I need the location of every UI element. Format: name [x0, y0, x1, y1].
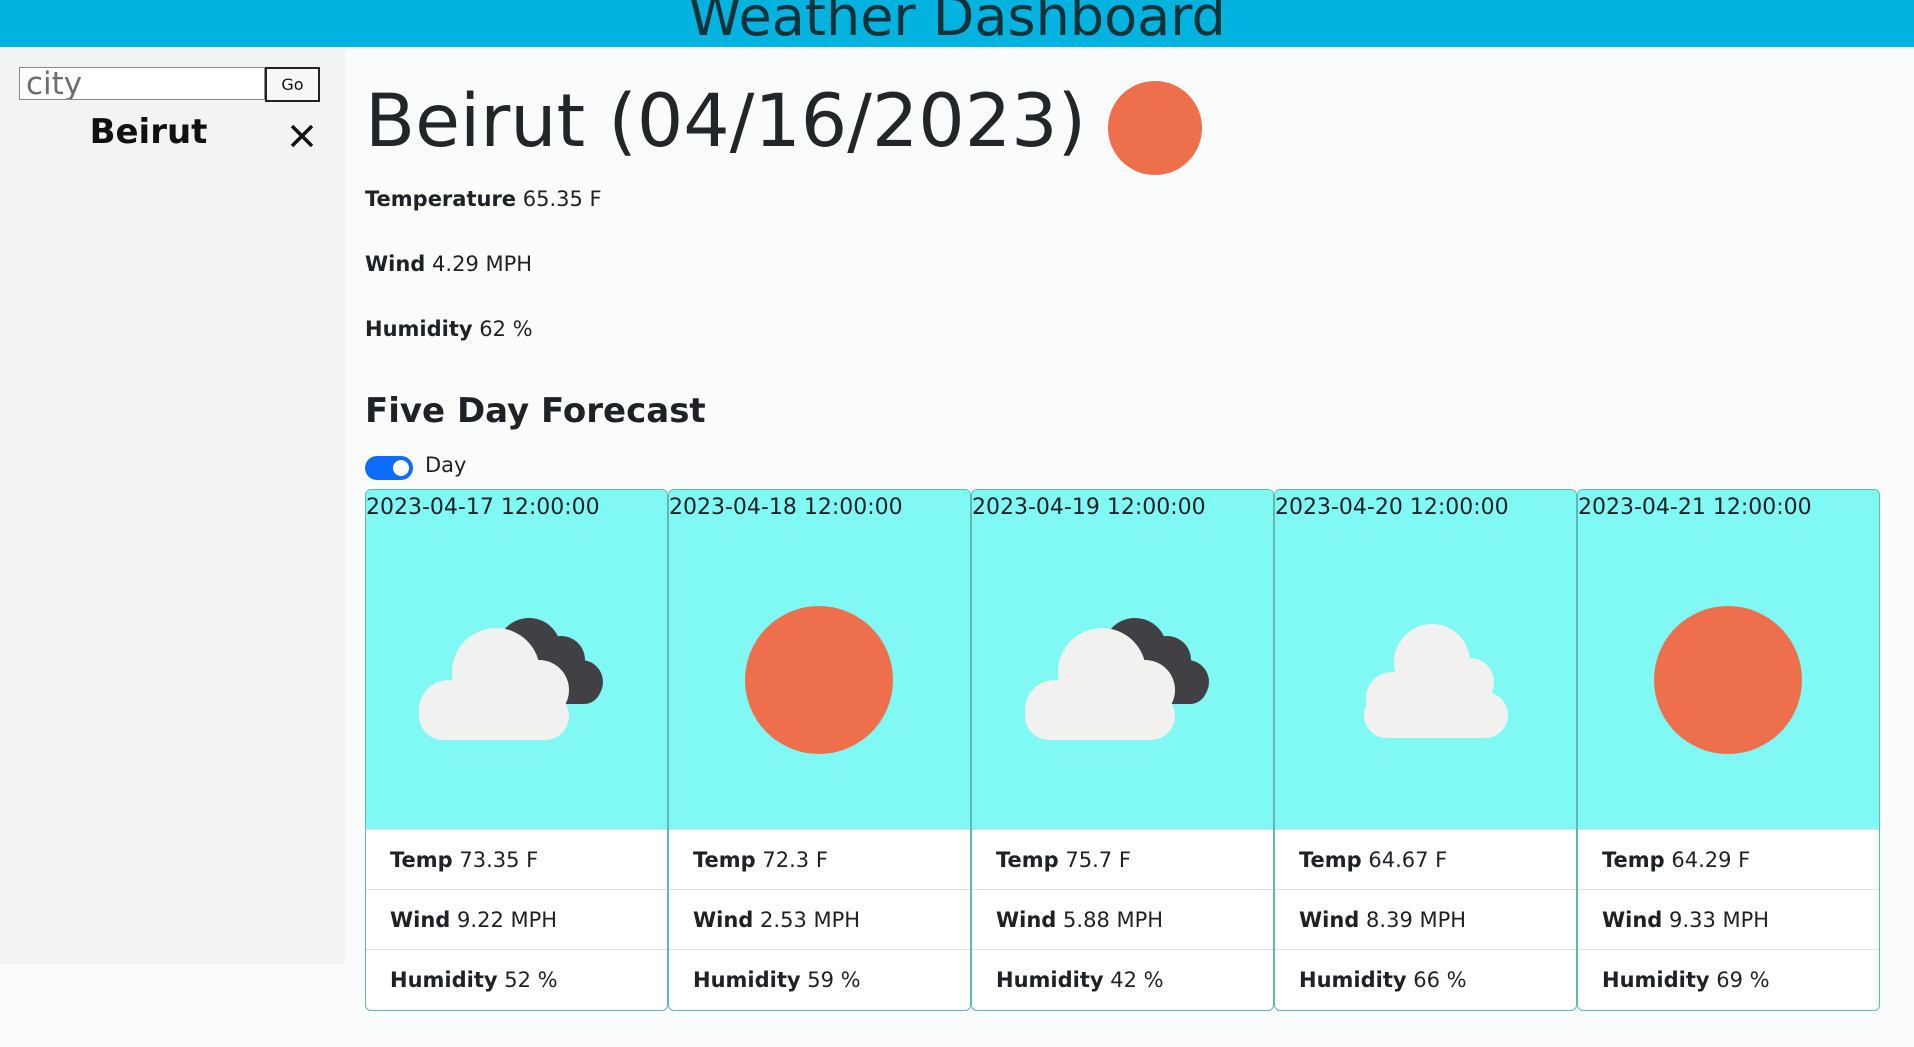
sidebar: Go Beirut: [0, 47, 345, 964]
humidity-label: Humidity: [996, 968, 1104, 992]
forecast-cards: 2023-04-17 12:00:00 Temp 73.35 F Wind 9.…: [365, 489, 1880, 1011]
wind-label: Wind: [1299, 908, 1360, 932]
sun-icon: [745, 606, 893, 754]
day-toggle[interactable]: [365, 456, 413, 480]
humidity-value: 59 %: [807, 968, 861, 992]
forecast-temp: Temp 73.35 F: [366, 829, 667, 889]
humidity-label: Humidity: [1602, 968, 1710, 992]
toggle-knob: [393, 460, 409, 476]
forecast-date: 2023-04-21 12:00:00: [1578, 495, 1812, 520]
forecast-title: Five Day Forecast: [365, 391, 706, 431]
card-header: 2023-04-21 12:00:00: [1578, 490, 1879, 829]
forecast-temp: Temp 64.29 F: [1578, 829, 1879, 889]
forecast-temp: Temp 75.7 F: [972, 829, 1273, 889]
forecast-humidity: Humidity 52 %: [366, 949, 667, 1009]
card-header: 2023-04-18 12:00:00: [669, 490, 970, 829]
humidity-label: Humidity: [1299, 968, 1407, 992]
city-search-input[interactable]: [19, 67, 265, 100]
cloudy-icon: [419, 618, 603, 740]
current-temperature: Temperature 65.35 F: [365, 187, 602, 211]
history-item-beirut[interactable]: Beirut: [0, 112, 297, 152]
forecast-card: 2023-04-21 12:00:00 Temp 64.29 F Wind 9.…: [1577, 489, 1880, 1011]
forecast-date: 2023-04-18 12:00:00: [669, 495, 903, 520]
forecast-card: 2023-04-18 12:00:00 Temp 72.3 F Wind 2.5…: [668, 489, 971, 1011]
temp-label: Temp: [996, 848, 1059, 872]
sun-icon: [1654, 606, 1802, 754]
close-icon[interactable]: [284, 118, 320, 154]
card-header: 2023-04-20 12:00:00: [1275, 490, 1576, 829]
cloudy-icon: [1025, 618, 1209, 740]
card-header: 2023-04-19 12:00:00: [972, 490, 1273, 829]
temp-value: 75.7 F: [1065, 848, 1131, 872]
forecast-wind: Wind 8.39 MPH: [1275, 889, 1576, 949]
forecast-temp: Temp 72.3 F: [669, 829, 970, 889]
go-button[interactable]: Go: [265, 67, 320, 102]
wind-label: Wind: [365, 252, 426, 276]
forecast-humidity: Humidity 69 %: [1578, 949, 1879, 1009]
cloud-icon: [1364, 624, 1508, 738]
current-wind: Wind 4.29 MPH: [365, 252, 532, 276]
humidity-value: 42 %: [1110, 968, 1164, 992]
wind-value: 8.39 MPH: [1366, 908, 1467, 932]
humidity-label: Humidity: [693, 968, 801, 992]
humidity-value: 69 %: [1716, 968, 1770, 992]
wind-value: 4.29 MPH: [432, 252, 533, 276]
humidity-value: 62 %: [479, 317, 533, 341]
temp-value: 72.3 F: [762, 848, 828, 872]
card-header: 2023-04-17 12:00:00: [366, 490, 667, 829]
current-city-title: Beirut (04/16/2023): [365, 79, 1087, 164]
wind-value: 2.53 MPH: [760, 908, 861, 932]
humidity-value: 52 %: [504, 968, 558, 992]
temperature-value: 65.35 F: [522, 187, 602, 211]
forecast-temp: Temp 64.67 F: [1275, 829, 1576, 889]
forecast-card: 2023-04-20 12:00:00 Temp 64.67 F Wind 8.…: [1274, 489, 1577, 1011]
forecast-wind: Wind 5.88 MPH: [972, 889, 1273, 949]
temperature-label: Temperature: [365, 187, 517, 211]
forecast-humidity: Humidity 42 %: [972, 949, 1273, 1009]
temp-label: Temp: [1602, 848, 1665, 872]
humidity-label: Humidity: [365, 317, 473, 341]
forecast-date: 2023-04-17 12:00:00: [366, 495, 600, 520]
forecast-wind: Wind 2.53 MPH: [669, 889, 970, 949]
app-header: Weather Dashboard: [0, 0, 1914, 47]
wind-label: Wind: [693, 908, 754, 932]
wind-value: 5.88 MPH: [1063, 908, 1164, 932]
sun-icon: [1107, 80, 1203, 176]
day-toggle-label: Day: [425, 453, 467, 477]
humidity-value: 66 %: [1413, 968, 1467, 992]
temp-value: 73.35 F: [459, 848, 539, 872]
forecast-date: 2023-04-20 12:00:00: [1275, 495, 1509, 520]
wind-value: 9.22 MPH: [457, 908, 558, 932]
wind-label: Wind: [996, 908, 1057, 932]
forecast-card: 2023-04-17 12:00:00 Temp 73.35 F Wind 9.…: [365, 489, 668, 1011]
temp-label: Temp: [390, 848, 453, 872]
temp-value: 64.29 F: [1671, 848, 1751, 872]
temp-value: 64.67 F: [1368, 848, 1448, 872]
temp-label: Temp: [1299, 848, 1362, 872]
current-humidity: Humidity 62 %: [365, 317, 533, 341]
wind-value: 9.33 MPH: [1669, 908, 1770, 932]
forecast-date: 2023-04-19 12:00:00: [972, 495, 1206, 520]
wind-label: Wind: [1602, 908, 1663, 932]
forecast-humidity: Humidity 59 %: [669, 949, 970, 1009]
forecast-humidity: Humidity 66 %: [1275, 949, 1576, 1009]
forecast-wind: Wind 9.22 MPH: [366, 889, 667, 949]
humidity-label: Humidity: [390, 968, 498, 992]
wind-label: Wind: [390, 908, 451, 932]
forecast-wind: Wind 9.33 MPH: [1578, 889, 1879, 949]
app-title: Weather Dashboard: [688, 0, 1226, 47]
temp-label: Temp: [693, 848, 756, 872]
forecast-card: 2023-04-19 12:00:00 Temp 75.7 F Wind 5.8…: [971, 489, 1274, 1011]
